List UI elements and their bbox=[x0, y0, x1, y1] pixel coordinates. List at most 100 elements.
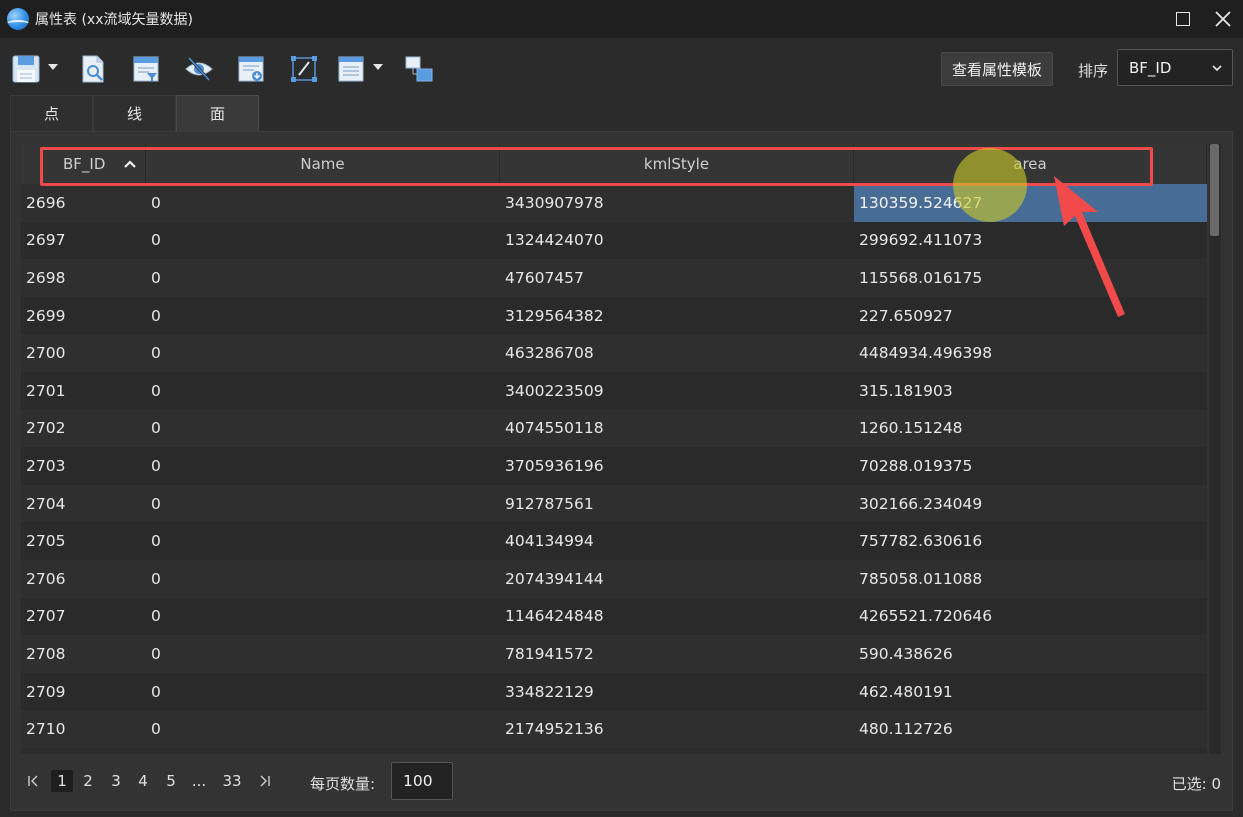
cell-name[interactable]: 0 bbox=[146, 485, 500, 523]
cell-name[interactable]: 0 bbox=[146, 410, 500, 448]
cell-name[interactable]: 0 bbox=[146, 598, 500, 636]
cell-area[interactable]: 4484934.496398 bbox=[854, 334, 1207, 372]
cell-bf-id[interactable]: 2708 bbox=[21, 635, 146, 673]
cell-area[interactable]: 315.181903 bbox=[854, 372, 1207, 410]
cell-name[interactable]: 0 bbox=[146, 297, 500, 335]
per-page-input[interactable] bbox=[391, 762, 453, 800]
table-row[interactable]: 2703 0 3705936196 70288.019375 bbox=[21, 447, 1207, 485]
cell-area[interactable]: 4265521.720646 bbox=[854, 598, 1207, 636]
cell-kmlstyle[interactable]: 3129564382 bbox=[500, 297, 854, 335]
cell-area[interactable]: 115568.016175 bbox=[854, 259, 1207, 297]
cell-name[interactable]: 0 bbox=[146, 710, 500, 748]
close-button[interactable] bbox=[1203, 0, 1243, 38]
cell-area[interactable]: 227.650927 bbox=[854, 297, 1207, 335]
cell-name[interactable]: 0 bbox=[146, 522, 500, 560]
filter-document-button[interactable] bbox=[129, 52, 163, 86]
cell-bf-id[interactable]: 2702 bbox=[21, 410, 146, 448]
cell-area[interactable]: 1260.151248 bbox=[854, 410, 1207, 448]
cell-bf-id[interactable]: 2700 bbox=[21, 334, 146, 372]
list-button[interactable] bbox=[334, 52, 368, 86]
cell-bf-id[interactable]: 2703 bbox=[21, 447, 146, 485]
cell-bf-id[interactable]: 2705 bbox=[21, 522, 146, 560]
page-5[interactable]: 5 bbox=[164, 770, 178, 792]
cell-name[interactable]: 0 bbox=[146, 635, 500, 673]
table-row[interactable]: 2702 0 4074550118 1260.151248 bbox=[21, 409, 1207, 448]
cell-kmlstyle[interactable]: 781941572 bbox=[500, 635, 854, 673]
cell-kmlstyle[interactable]: 2174952136 bbox=[500, 710, 854, 748]
cell-bf-id[interactable]: 2698 bbox=[21, 259, 146, 297]
last-page-button[interactable] bbox=[257, 770, 271, 792]
cell-name[interactable]: 0 bbox=[146, 673, 500, 711]
cell-kmlstyle[interactable]: 3430907978 bbox=[500, 184, 854, 222]
table-row[interactable]: 2701 0 3400223509 315.181903 bbox=[21, 371, 1207, 410]
cell-name[interactable]: 0 bbox=[146, 184, 500, 222]
edit-button[interactable] bbox=[287, 52, 321, 86]
cell-bf-id[interactable]: 2701 bbox=[21, 372, 146, 410]
cell-area[interactable]: 299692.411073 bbox=[854, 222, 1207, 260]
cell-area[interactable]: 590.438626 bbox=[854, 635, 1207, 673]
cell-bf-id[interactable]: 2706 bbox=[21, 560, 146, 598]
cell-name[interactable]: 0 bbox=[146, 259, 500, 297]
cell-area[interactable]: 785058.011088 bbox=[854, 560, 1207, 598]
cell-bf-id[interactable]: 2709 bbox=[21, 673, 146, 711]
cell-kmlstyle[interactable]: 3705936196 bbox=[500, 447, 854, 485]
page-2[interactable]: 2 bbox=[81, 770, 95, 792]
maximize-button[interactable] bbox=[1163, 0, 1203, 38]
table-row[interactable]: 2696 0 3430907978 130359.524627 bbox=[21, 184, 1207, 222]
sort-select[interactable]: BF_ID bbox=[1117, 49, 1233, 86]
table-row[interactable]: 2706 0 2074394144 785058.011088 bbox=[21, 559, 1207, 598]
cell-bf-id[interactable]: 2697 bbox=[21, 222, 146, 260]
cell-bf-id[interactable]: 2696 bbox=[21, 184, 146, 222]
table-row[interactable]: 2710 0 2174952136 480.112726 bbox=[21, 710, 1207, 748]
cell-area[interactable]: 130359.524627 bbox=[854, 184, 1207, 222]
cell-area[interactable]: 462.480191 bbox=[854, 673, 1207, 711]
table-row[interactable]: 2698 0 47607457 115568.016175 bbox=[21, 259, 1207, 297]
cell-kmlstyle[interactable]: 47607457 bbox=[500, 259, 854, 297]
cell-kmlstyle[interactable]: 4074550118 bbox=[500, 410, 854, 448]
table-row[interactable]: 2704 0 912787561 302166.234049 bbox=[21, 484, 1207, 523]
search-document-button[interactable] bbox=[76, 52, 110, 86]
cell-kmlstyle[interactable]: 1324424070 bbox=[500, 222, 854, 260]
cell-kmlstyle[interactable]: 1146424848 bbox=[500, 598, 854, 636]
tab-line[interactable]: 线 bbox=[93, 95, 176, 131]
scrollbar-thumb[interactable] bbox=[1210, 144, 1219, 236]
dropdown-caret-icon[interactable] bbox=[373, 64, 383, 70]
cell-area[interactable]: 70288.019375 bbox=[854, 447, 1207, 485]
layers-button[interactable] bbox=[402, 52, 436, 86]
page-4[interactable]: 4 bbox=[136, 770, 150, 792]
vertical-scrollbar[interactable] bbox=[1209, 144, 1221, 754]
save-button[interactable] bbox=[9, 52, 43, 86]
cell-area[interactable]: 480.112726 bbox=[854, 710, 1207, 748]
cell-name[interactable]: 0 bbox=[146, 334, 500, 372]
table-row[interactable]: 2697 0 1324424070 299692.411073 bbox=[21, 221, 1207, 260]
page-ellipsis[interactable]: ... bbox=[189, 770, 209, 792]
table-row[interactable]: 2700 0 463286708 4484934.496398 bbox=[21, 334, 1207, 372]
tab-polygon[interactable]: 面 bbox=[176, 95, 259, 131]
cell-kmlstyle[interactable]: 334822129 bbox=[500, 673, 854, 711]
cell-kmlstyle[interactable]: 912787561 bbox=[500, 485, 854, 523]
view-template-button[interactable]: 查看属性模板 bbox=[941, 52, 1053, 86]
cell-name[interactable]: 0 bbox=[146, 560, 500, 598]
cell-name[interactable]: 0 bbox=[146, 372, 500, 410]
cell-kmlstyle[interactable]: 3400223509 bbox=[500, 372, 854, 410]
table-row[interactable]: 2707 0 1146424848 4265521.720646 bbox=[21, 597, 1207, 636]
cell-bf-id[interactable]: 2710 bbox=[21, 710, 146, 748]
table-row[interactable]: 2708 0 781941572 590.438626 bbox=[21, 635, 1207, 673]
cell-name[interactable]: 0 bbox=[146, 447, 500, 485]
page-3[interactable]: 3 bbox=[109, 770, 123, 792]
cell-kmlstyle[interactable]: 404134994 bbox=[500, 522, 854, 560]
cell-kmlstyle[interactable]: 463286708 bbox=[500, 334, 854, 372]
cell-name[interactable]: 0 bbox=[146, 222, 500, 260]
hide-button[interactable] bbox=[182, 52, 216, 86]
cell-bf-id[interactable]: 2707 bbox=[21, 598, 146, 636]
page-33[interactable]: 33 bbox=[220, 770, 244, 792]
tab-point[interactable]: 点 bbox=[10, 95, 93, 131]
table-row[interactable]: 2709 0 334822129 462.480191 bbox=[21, 672, 1207, 711]
cell-area[interactable]: 757782.630616 bbox=[854, 522, 1207, 560]
page-1[interactable]: 1 bbox=[51, 770, 73, 792]
cell-bf-id[interactable]: 2704 bbox=[21, 485, 146, 523]
table-row[interactable]: 2705 0 404134994 757782.630616 bbox=[21, 522, 1207, 560]
cell-bf-id[interactable]: 2699 bbox=[21, 297, 146, 335]
export-button[interactable] bbox=[234, 52, 268, 86]
cell-area[interactable]: 302166.234049 bbox=[854, 485, 1207, 523]
